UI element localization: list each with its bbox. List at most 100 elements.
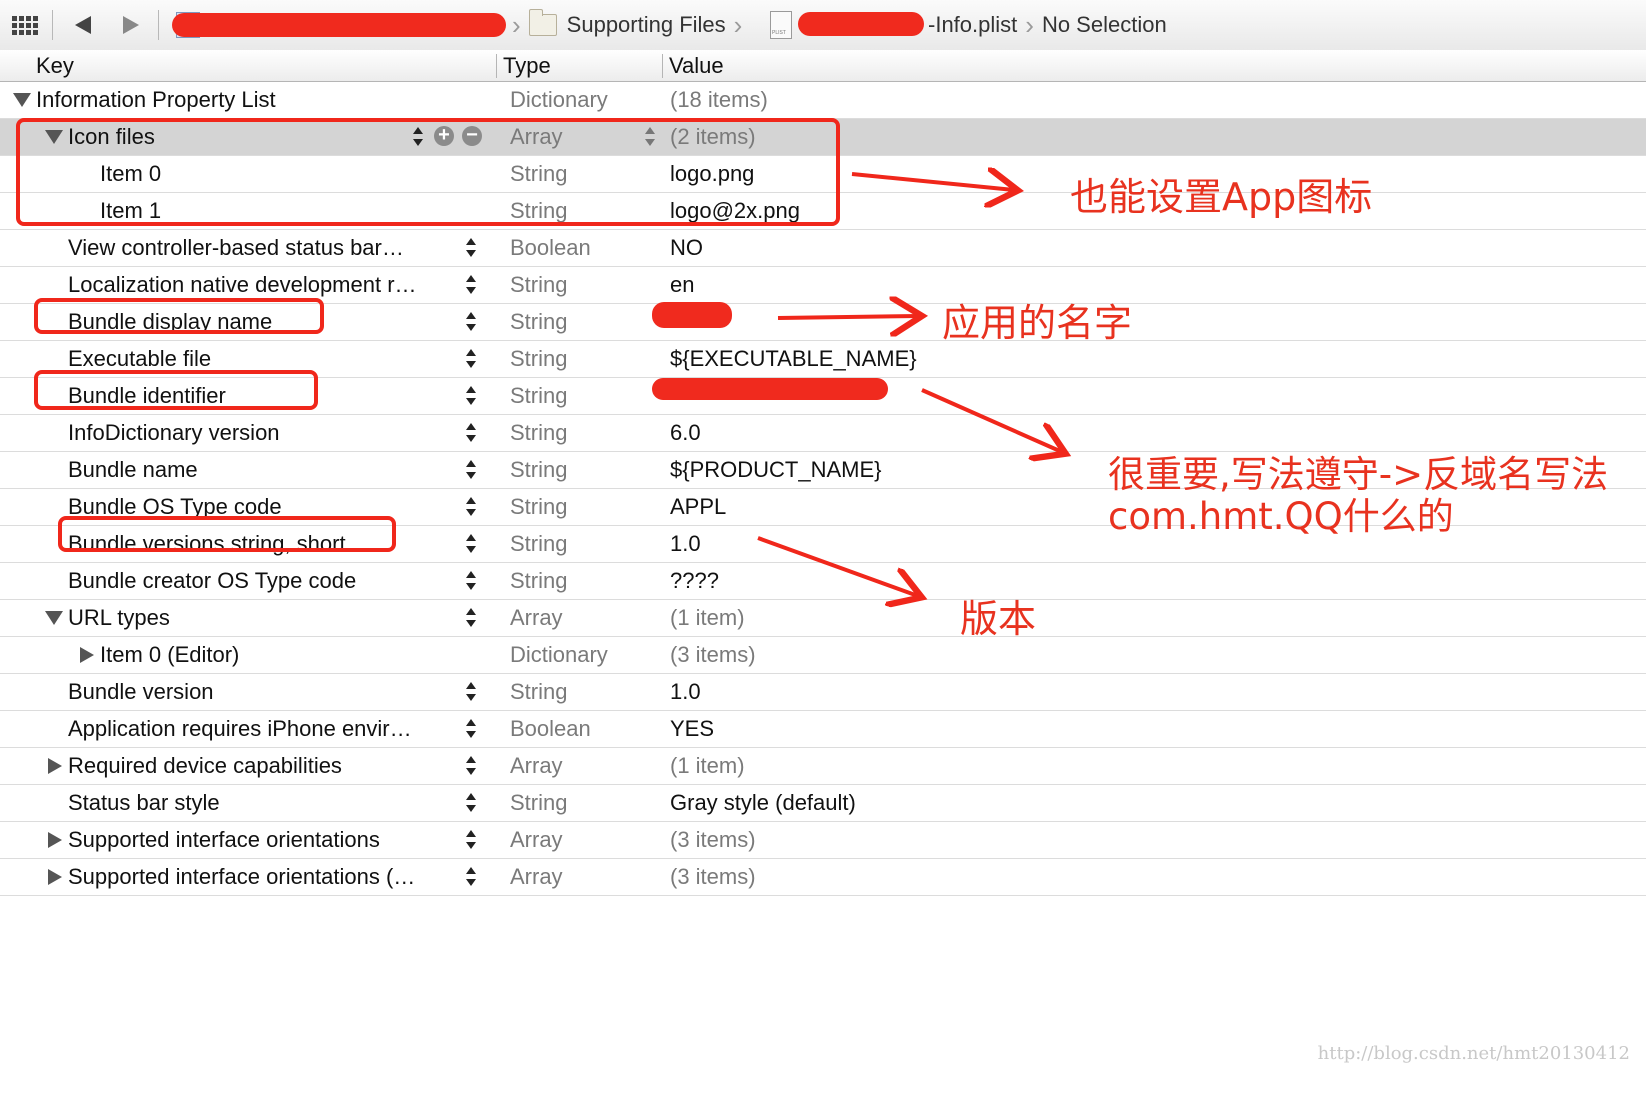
table-row[interactable]: Status bar style String Gray style (defa… — [0, 785, 1646, 822]
annotation-icon-note: 也能设置App图标 — [1070, 175, 1373, 219]
key-stepper-icon[interactable] — [464, 532, 476, 556]
row-value[interactable]: 1.0 — [670, 674, 701, 709]
row-type: String — [510, 568, 568, 593]
row-value[interactable]: YES — [670, 711, 714, 746]
column-header: Key Type Value — [0, 50, 1646, 82]
row-value[interactable]: APPL — [670, 489, 726, 524]
table-row[interactable]: URL types Array (1 item) — [0, 600, 1646, 637]
disclosure-open-icon[interactable] — [13, 93, 31, 107]
table-row[interactable]: Supported interface orientations Array (… — [0, 822, 1646, 859]
redaction-mark — [652, 302, 732, 328]
table-row[interactable]: Information Property List Dictionary (18… — [0, 82, 1646, 119]
key-stepper-icon[interactable] — [464, 421, 476, 445]
related-items-grid-icon[interactable] — [12, 0, 38, 50]
breadcrumb-folder-label: Supporting Files — [566, 12, 726, 37]
table-row[interactable]: View controller-based status bar… Boolea… — [0, 230, 1646, 267]
row-value: (18 items) — [670, 87, 768, 112]
disclosure-closed-icon[interactable] — [48, 869, 62, 885]
row-key: Bundle version — [68, 679, 214, 704]
row-type: Dictionary — [510, 642, 608, 667]
key-stepper-icon[interactable] — [464, 606, 476, 630]
row-key: Item 0 (Editor) — [100, 642, 240, 667]
column-divider[interactable] — [662, 54, 663, 78]
key-stepper-icon[interactable] — [464, 569, 476, 593]
key-stepper-icon[interactable] — [464, 273, 476, 297]
row-type: String — [510, 346, 568, 371]
watermark: http://blog.csdn.net/hmt20130412 — [1317, 1043, 1630, 1064]
row-value[interactable]: ${PRODUCT_NAME} — [670, 452, 882, 487]
row-value: (3 items) — [670, 864, 756, 889]
column-divider[interactable] — [496, 54, 497, 78]
row-type: String — [510, 531, 568, 556]
key-column-header[interactable]: Key — [36, 53, 74, 79]
key-stepper-icon[interactable] — [464, 680, 476, 704]
breadcrumb-file-label: -Info.plist — [928, 12, 1018, 37]
table-row[interactable]: Bundle version String 1.0 — [0, 674, 1646, 711]
row-value: (1 item) — [670, 753, 745, 778]
key-stepper-icon[interactable] — [464, 458, 476, 482]
key-stepper-icon[interactable] — [464, 717, 476, 741]
row-value[interactable]: NO — [670, 230, 703, 265]
key-stepper-icon[interactable] — [464, 495, 476, 519]
row-type: String — [510, 679, 568, 704]
chevron-right-icon: › — [1025, 9, 1034, 40]
row-type: String — [510, 790, 568, 815]
highlight-box-version-short — [58, 516, 396, 552]
row-value[interactable]: ${EXECUTABLE_NAME} — [670, 341, 917, 376]
disclosure-closed-icon[interactable] — [48, 758, 62, 774]
toolbar-divider — [52, 10, 53, 40]
key-stepper-icon[interactable] — [464, 865, 476, 889]
disclosure-closed-icon[interactable] — [48, 832, 62, 848]
row-key: Bundle creator OS Type code — [68, 568, 357, 593]
toolbar-divider — [158, 10, 159, 40]
disclosure-open-icon[interactable] — [45, 611, 63, 625]
key-stepper-icon[interactable] — [464, 347, 476, 371]
breadcrumb-supporting-files[interactable]: › Supporting Files › — [504, 0, 750, 50]
redaction-mark — [172, 13, 506, 37]
row-key: View controller-based status bar… — [68, 235, 404, 260]
key-stepper-icon[interactable] — [464, 384, 476, 408]
row-value: (3 items) — [670, 827, 756, 852]
row-key: Supported interface orientations (… — [68, 864, 416, 889]
jump-bar: › Supporting Files › -Info.plist › No Se… — [0, 0, 1646, 51]
redaction-mark — [798, 12, 924, 36]
row-type: Boolean — [510, 235, 591, 260]
key-stepper-icon[interactable] — [464, 828, 476, 852]
table-row[interactable]: Bundle creator OS Type code String ???? — [0, 563, 1646, 600]
table-row[interactable]: Item 0 (Editor) Dictionary (3 items) — [0, 637, 1646, 674]
row-value[interactable]: ???? — [670, 563, 719, 598]
row-type: String — [510, 383, 568, 408]
key-stepper-icon[interactable] — [464, 310, 476, 334]
back-arrow-icon[interactable] — [70, 0, 96, 50]
value-column-header[interactable]: Value — [669, 53, 724, 79]
annotation-name-note: 应用的名字 — [942, 301, 1133, 345]
row-type: Array — [510, 753, 563, 778]
row-type: String — [510, 457, 568, 482]
row-value[interactable]: en — [670, 267, 694, 302]
table-row[interactable]: Required device capabilities Array (1 it… — [0, 748, 1646, 785]
chevron-right-icon: › — [512, 9, 521, 40]
row-key: Status bar style — [68, 790, 220, 815]
row-type: Array — [510, 864, 563, 889]
row-type: Dictionary — [510, 87, 608, 112]
row-type: String — [510, 309, 568, 334]
row-type: Array — [510, 605, 563, 630]
row-value[interactable]: Gray style (default) — [670, 785, 856, 820]
table-row[interactable]: Application requires iPhone envir… Boole… — [0, 711, 1646, 748]
disclosure-closed-icon[interactable] — [80, 647, 94, 663]
row-type: String — [510, 494, 568, 519]
key-stepper-icon[interactable] — [464, 791, 476, 815]
table-row[interactable]: Supported interface orientations (… Arra… — [0, 859, 1646, 896]
row-key: Application requires iPhone envir… — [68, 716, 412, 741]
type-column-header[interactable]: Type — [503, 53, 551, 79]
row-value[interactable]: 1.0 — [670, 526, 701, 561]
row-value[interactable]: 6.0 — [670, 415, 701, 450]
highlight-box-identifier — [34, 370, 318, 410]
breadcrumb-selection-label[interactable]: No Selection — [1042, 12, 1167, 38]
row-key: Required device capabilities — [68, 753, 342, 778]
key-stepper-icon[interactable] — [464, 754, 476, 778]
redaction-mark — [652, 378, 888, 400]
key-stepper-icon[interactable] — [464, 236, 476, 260]
forward-arrow-icon[interactable] — [118, 0, 144, 50]
row-key: Localization native development r… — [68, 272, 417, 297]
